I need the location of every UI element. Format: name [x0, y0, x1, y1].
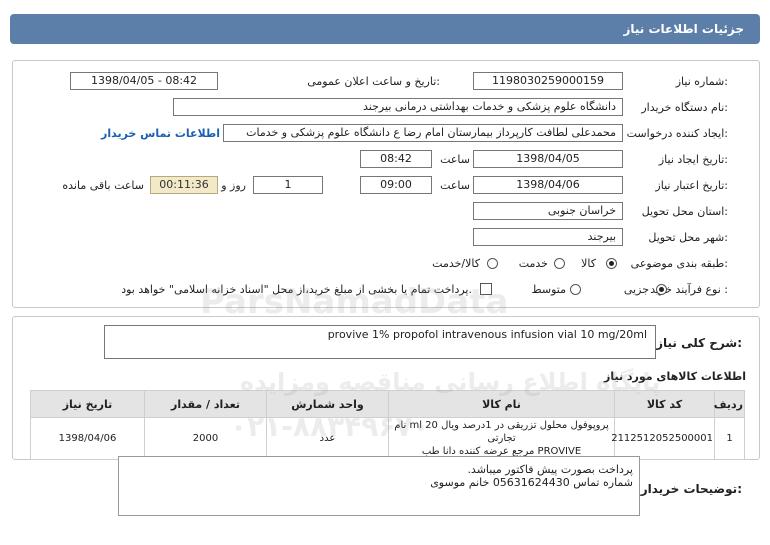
category-option-service: خدمت [518, 257, 548, 270]
cell-name: پروپوفول محلول تزریقی در 1درصد ویال 20 m… [388, 417, 615, 460]
summary-label: شرح کلی نیاز: [656, 336, 742, 350]
province-label: استان محل تحویل: [641, 205, 728, 218]
validity-date-label: تاریخ اعتبار نیاز: [655, 179, 728, 192]
need-number-label: شماره نیاز: [675, 75, 728, 88]
header-date: تاریخ نیاز [30, 390, 145, 418]
need-number-field: 1198030259000159 [473, 72, 623, 90]
process-radio-minor[interactable] [656, 284, 667, 295]
cell-name-line1: پروپوفول محلول تزریقی در 1درصد ویال 20 m… [394, 420, 609, 444]
city-label: شهر محل تحویل: [648, 231, 728, 244]
goods-table: ردیف کد کالا نام کالا واحد شمارش تعداد /… [30, 390, 745, 460]
buyer-notes-label: توضیحات خریدار: [640, 482, 742, 496]
buyer-note-line2: شماره تماس 05631624430 خانم موسوی [430, 476, 633, 489]
created-date-label: تاریخ ایجاد نیاز: [658, 153, 728, 166]
cell-unit: عدد [266, 417, 389, 460]
remaining-time-field: 00:11:36 [150, 176, 218, 194]
table-row: 1 2112512052500001 پروپوفول محلول تزریقی… [30, 417, 745, 460]
cell-qty: 2000 [144, 417, 267, 460]
province-field: خراسان جنوبی [473, 202, 623, 220]
days-label: روز و [221, 179, 246, 192]
process-radio-medium[interactable] [570, 284, 581, 295]
buyer-note-line1: پرداخت بصورت پیش فاکتور میباشد. [467, 463, 633, 476]
days-field: 1 [253, 176, 323, 194]
page-title: جزئیات اطلاعات نیاز [623, 22, 744, 36]
requester-field: محمدعلی لطافت کارپرداز بیمارستان امام رض… [223, 124, 623, 142]
buyer-notes-box: پرداخت بصورت پیش فاکتور میباشد. شماره تم… [118, 456, 640, 516]
buyer-org-label: نام دستگاه خریدار: [641, 101, 728, 114]
validity-time-field: 09:00 [360, 176, 432, 194]
category-radio-goods[interactable] [606, 258, 617, 269]
created-date-field: 1398/04/05 [473, 150, 623, 168]
header-name: نام کالا [388, 390, 615, 418]
header-row-number: ردیف [714, 390, 745, 418]
contact-info-link[interactable]: اطلاعات تماس خریدار [101, 127, 220, 140]
goods-section-title: اطلاعات کالاهای مورد نیاز [604, 370, 746, 383]
remaining-label: ساعت باقی مانده [62, 179, 144, 192]
summary-field: provive 1% propofol intravenous infusion… [104, 325, 656, 359]
announce-label: تاریخ و ساعت اعلان عمومی: [307, 75, 440, 88]
buyer-org-field: دانشگاه علوم پزشکی و خدمات بهداشتی درمان… [173, 98, 623, 116]
treasury-checkbox[interactable] [480, 283, 492, 295]
process-option-minor: جزیی [623, 283, 649, 296]
cell-row-number: 1 [714, 417, 745, 460]
category-option-both: کالا/خدمت [432, 257, 480, 270]
cell-date: 1398/04/06 [30, 417, 145, 460]
category-label: طبقه بندی موضوعی: [630, 257, 728, 270]
category-option-goods: کالا [581, 257, 596, 270]
requester-label: ایجاد کننده درخواست: [626, 127, 728, 140]
category-radio-service[interactable] [554, 258, 565, 269]
validity-date-field: 1398/04/06 [473, 176, 623, 194]
created-time-label: ساعت [440, 153, 470, 166]
page-title-bar: جزئیات اطلاعات نیاز [10, 14, 760, 44]
category-radio-both[interactable] [487, 258, 498, 269]
payment-note: پرداخت تمام یا بخشی از مبلغ خرید،از محل … [121, 283, 472, 296]
header-unit: واحد شمارش [266, 390, 389, 418]
validity-time-label: ساعت [440, 179, 470, 192]
created-time-field: 08:42 [360, 150, 432, 168]
header-code: کد کالا [614, 390, 715, 418]
header-qty: تعداد / مقدار [144, 390, 267, 418]
table-header-row: ردیف کد کالا نام کالا واحد شمارش تعداد /… [30, 390, 745, 418]
cell-code: 2112512052500001 [611, 417, 715, 460]
process-option-medium: متوسط [531, 283, 566, 296]
announce-field: 1398/04/05 - 08:42 [70, 72, 218, 90]
city-field: بیرجند [473, 228, 623, 246]
